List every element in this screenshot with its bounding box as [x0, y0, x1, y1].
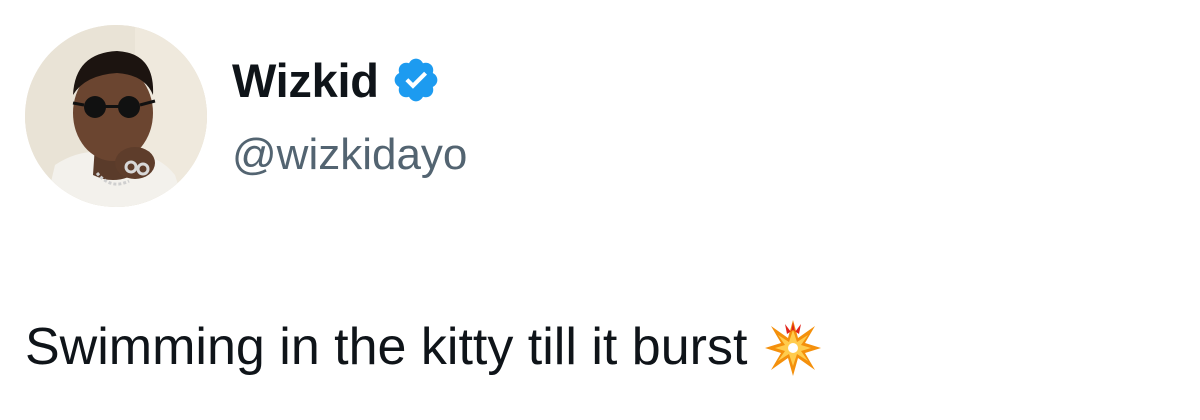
avatar-photo — [25, 25, 207, 207]
avatar[interactable] — [25, 25, 207, 207]
display-name[interactable]: Wizkid — [232, 57, 379, 104]
tweet-text-row: Swimming in the kitty till it burst — [25, 318, 823, 378]
tweet-card: Wizkid @wizkidayo Swimming in the kitty … — [0, 0, 1200, 420]
tweet-text: Swimming in the kitty till it burst — [25, 318, 748, 377]
author-name-row: Wizkid — [232, 48, 441, 112]
user-handle[interactable]: @wizkidayo — [232, 133, 467, 177]
verified-badge-icon — [391, 55, 441, 105]
collision-emoji-icon — [763, 318, 823, 378]
